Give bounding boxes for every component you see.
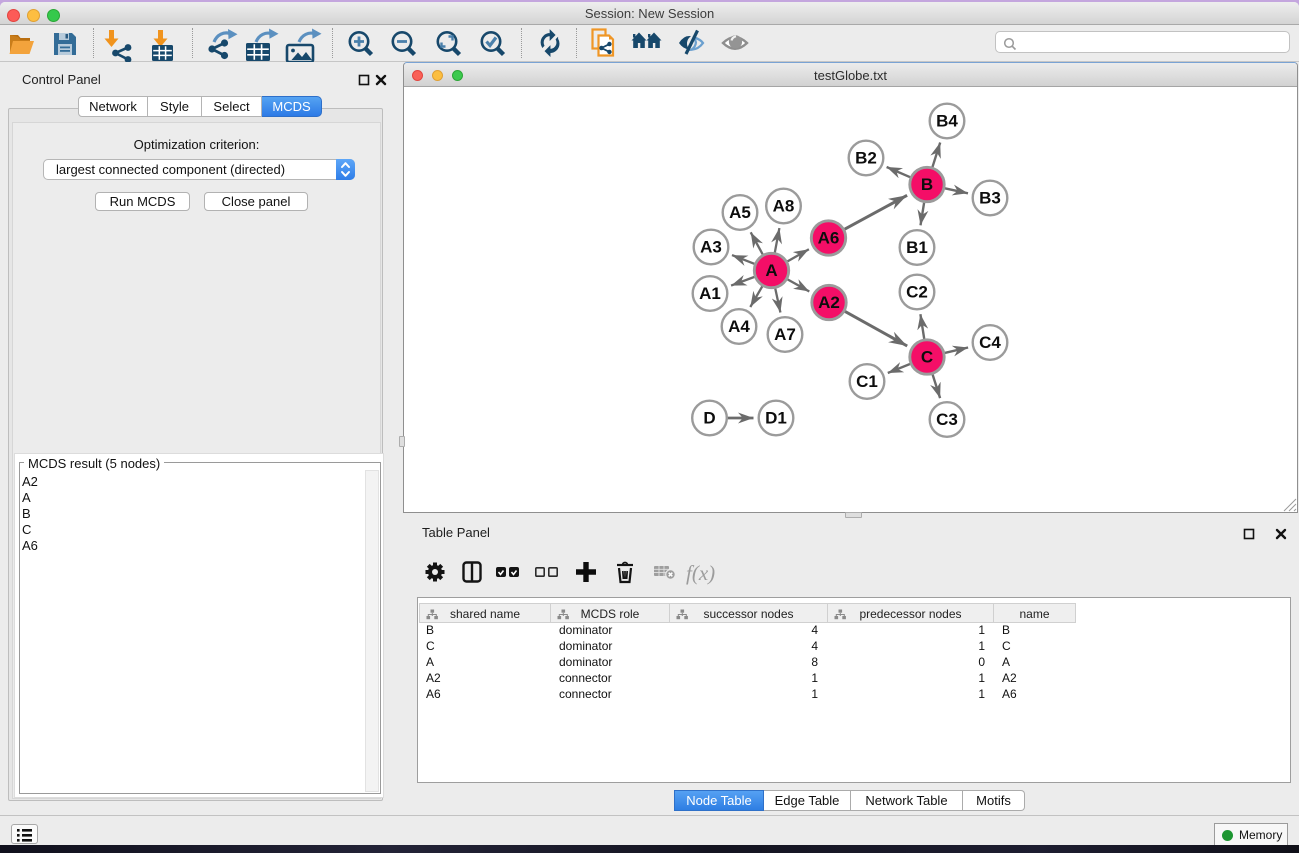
svg-text:A2: A2 (818, 293, 840, 312)
svg-text:A3: A3 (700, 238, 722, 257)
svg-text:f(x): f(x) (686, 561, 715, 585)
svg-text:A7: A7 (774, 325, 796, 344)
svg-text:B1: B1 (906, 238, 928, 257)
svg-text:C4: C4 (979, 333, 1001, 352)
svg-text:B4: B4 (936, 112, 958, 131)
svg-text:A8: A8 (773, 197, 795, 216)
svg-text:B2: B2 (855, 149, 877, 168)
svg-text:C: C (921, 348, 933, 367)
svg-text:A6: A6 (818, 229, 840, 248)
svg-text:C3: C3 (936, 410, 958, 429)
svg-text:D1: D1 (765, 409, 787, 428)
svg-text:A5: A5 (729, 203, 751, 222)
svg-text:D: D (703, 409, 715, 428)
svg-text:B3: B3 (979, 189, 1001, 208)
svg-text:A1: A1 (699, 284, 721, 303)
svg-text:A: A (765, 261, 777, 280)
svg-text:C1: C1 (856, 372, 878, 391)
svg-text:C2: C2 (906, 283, 928, 302)
svg-text:B: B (921, 175, 933, 194)
svg-text:A4: A4 (728, 317, 750, 336)
